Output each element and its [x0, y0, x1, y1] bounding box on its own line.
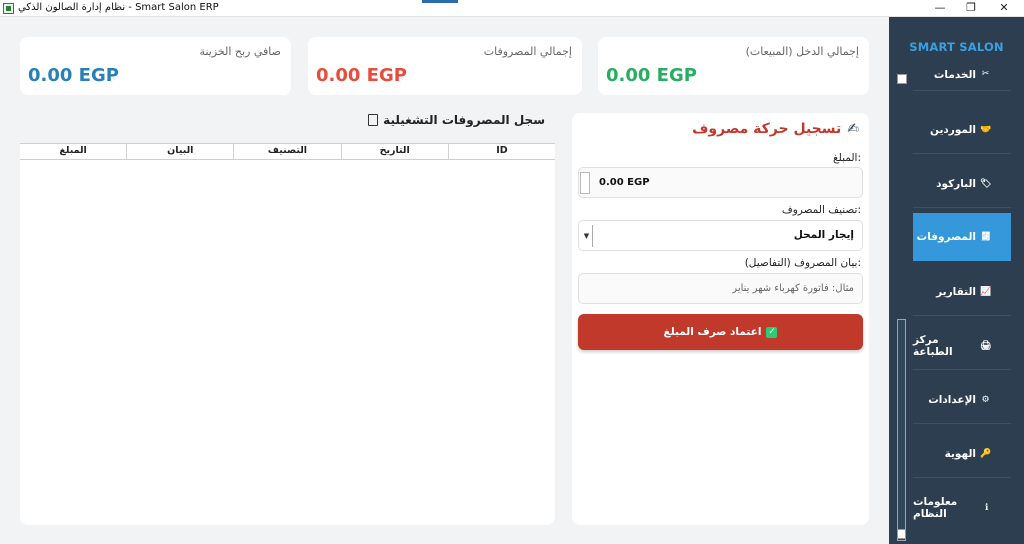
chart-icon: 📈: [980, 286, 992, 297]
sidebar: SMART SALON الخدمات ✂ الموردين 🤝 الباركو…: [889, 17, 1024, 544]
window-title: نظام إدارة الصالون الذكي - Smart Salon E…: [18, 2, 219, 13]
sidebar-scrollbar[interactable]: [897, 319, 906, 541]
amount-field[interactable]: 0.00 EGP: [578, 167, 863, 198]
sidebar-item-reports[interactable]: التقارير 📈: [913, 268, 1011, 316]
sidebar-item-barcode[interactable]: الباركود 🏷: [913, 160, 1011, 208]
sidebar-item-label: مركز الطباعة: [913, 333, 953, 358]
log-header: 📋 سجل المصروفات التشغيلية: [20, 113, 555, 133]
window-titlebar: نظام إدارة الصالون الذكي - Smart Salon E…: [0, 0, 1024, 17]
column-header-id[interactable]: ID: [447, 144, 555, 159]
key-icon: 🔑: [980, 448, 992, 459]
sidebar-item-label: الخدمات: [933, 69, 976, 81]
info-icon: ℹ: [984, 503, 989, 513]
column-header-amount[interactable]: المبلغ: [20, 144, 126, 159]
sidebar-scroll-top[interactable]: [897, 74, 907, 84]
submit-label: اعتماد صرف المبلغ: [663, 326, 762, 338]
expense-form-panel: تسجيل حركة مصروف ✍ المبلغ: 0.00 EGP تصني…: [572, 113, 869, 525]
table-body[interactable]: [20, 160, 555, 525]
sidebar-item-label: المصروفات: [916, 231, 976, 243]
category-select[interactable]: ▼ إيجار المحل: [578, 220, 863, 251]
table-header: ID التاريخ التصنيف البيان المبلغ: [20, 143, 555, 160]
column-header-date[interactable]: التاريخ: [340, 144, 448, 159]
details-input[interactable]: مثال: فاتورة كهرباء شهر يناير: [578, 273, 863, 304]
brand-logo: SMART SALON: [909, 40, 1004, 54]
sidebar-item-label: التقارير: [936, 285, 976, 298]
sidebar-item-label: الإعدادات: [928, 393, 976, 406]
sidebar-item-label: الموردين: [930, 123, 976, 136]
app-icon: [3, 3, 14, 14]
log-title: 📋 سجل المصروفات التشغيلية: [368, 113, 545, 127]
sidebar-item-label: الهوية: [944, 447, 976, 460]
sidebar-item-label: معلومات النظام: [913, 496, 958, 520]
sidebar-item-label: الباركود: [936, 177, 976, 190]
income-label: إجمالي الدخل (المبيعات): [745, 45, 859, 58]
net-profit-label: صافي ربح الخزينة: [199, 45, 281, 58]
details-placeholder: مثال: فاتورة كهرباء شهر يناير: [732, 283, 854, 294]
sidebar-item-services[interactable]: الخدمات ✂: [913, 69, 1011, 91]
check-icon: ✓: [766, 326, 778, 338]
sidebar-item-suppliers[interactable]: الموردين 🤝: [913, 106, 1011, 154]
details-label: بيان المصروف (التفاصيل):: [744, 257, 861, 269]
income-card: إجمالي الدخل (المبيعات) 0.00 EGP: [598, 37, 869, 95]
sidebar-item-print-center[interactable]: مركز الطباعة 🖨: [913, 322, 1011, 370]
net-profit-value: 0.00 EGP: [28, 65, 119, 86]
form-title: تسجيل حركة مصروف ✍: [692, 121, 859, 137]
gear-icon: ⚙: [981, 394, 990, 405]
net-profit-card: صافي ربح الخزينة 0.00 EGP: [20, 37, 291, 95]
close-button[interactable]: ✕: [988, 0, 1020, 16]
maximize-button[interactable]: ❐: [955, 0, 987, 16]
sidebar-item-system-info[interactable]: معلومات النظام ℹ: [913, 484, 1011, 532]
income-value: 0.00 EGP: [606, 65, 697, 86]
expenses-value: 0.00 EGP: [316, 65, 407, 86]
printer-icon: 🖨: [980, 340, 992, 351]
sidebar-item-identity[interactable]: الهوية 🔑: [913, 430, 1011, 478]
sidebar-scroll-bottom[interactable]: [897, 529, 906, 539]
scissors-icon: ✂: [981, 69, 990, 79]
handshake-icon: 🤝: [980, 124, 992, 135]
sidebar-item-settings[interactable]: الإعدادات ⚙: [913, 376, 1011, 424]
clipboard-icon: [368, 114, 379, 126]
titlebar-accent: [422, 0, 458, 3]
column-header-details[interactable]: البيان: [126, 144, 233, 159]
receipt-icon: 🧾: [980, 232, 992, 242]
category-label: تصنيف المصروف:: [781, 204, 861, 216]
minimize-button[interactable]: —: [924, 0, 956, 16]
form-title-text: تسجيل حركة مصروف: [692, 121, 842, 137]
log-title-text: سجل المصروفات التشغيلية: [383, 113, 545, 127]
sidebar-item-expenses[interactable]: المصروفات 🧾: [913, 213, 1011, 261]
expenses-label: إجمالي المصروفات: [483, 45, 572, 58]
column-header-category[interactable]: التصنيف: [233, 144, 340, 159]
expenses-card: إجمالي المصروفات 0.00 EGP: [308, 37, 582, 95]
amount-value: 0.00 EGP: [599, 177, 650, 188]
amount-spinner[interactable]: [580, 172, 590, 194]
category-value: إيجار المحل: [793, 229, 854, 241]
approve-expense-button[interactable]: اعتماد صرف المبلغ ✓: [578, 314, 863, 350]
amount-label: المبلغ:: [833, 152, 861, 164]
pen-icon: ✍: [847, 121, 859, 137]
tag-icon: 🏷: [980, 178, 992, 189]
chevron-down-icon[interactable]: ▼: [581, 225, 593, 247]
